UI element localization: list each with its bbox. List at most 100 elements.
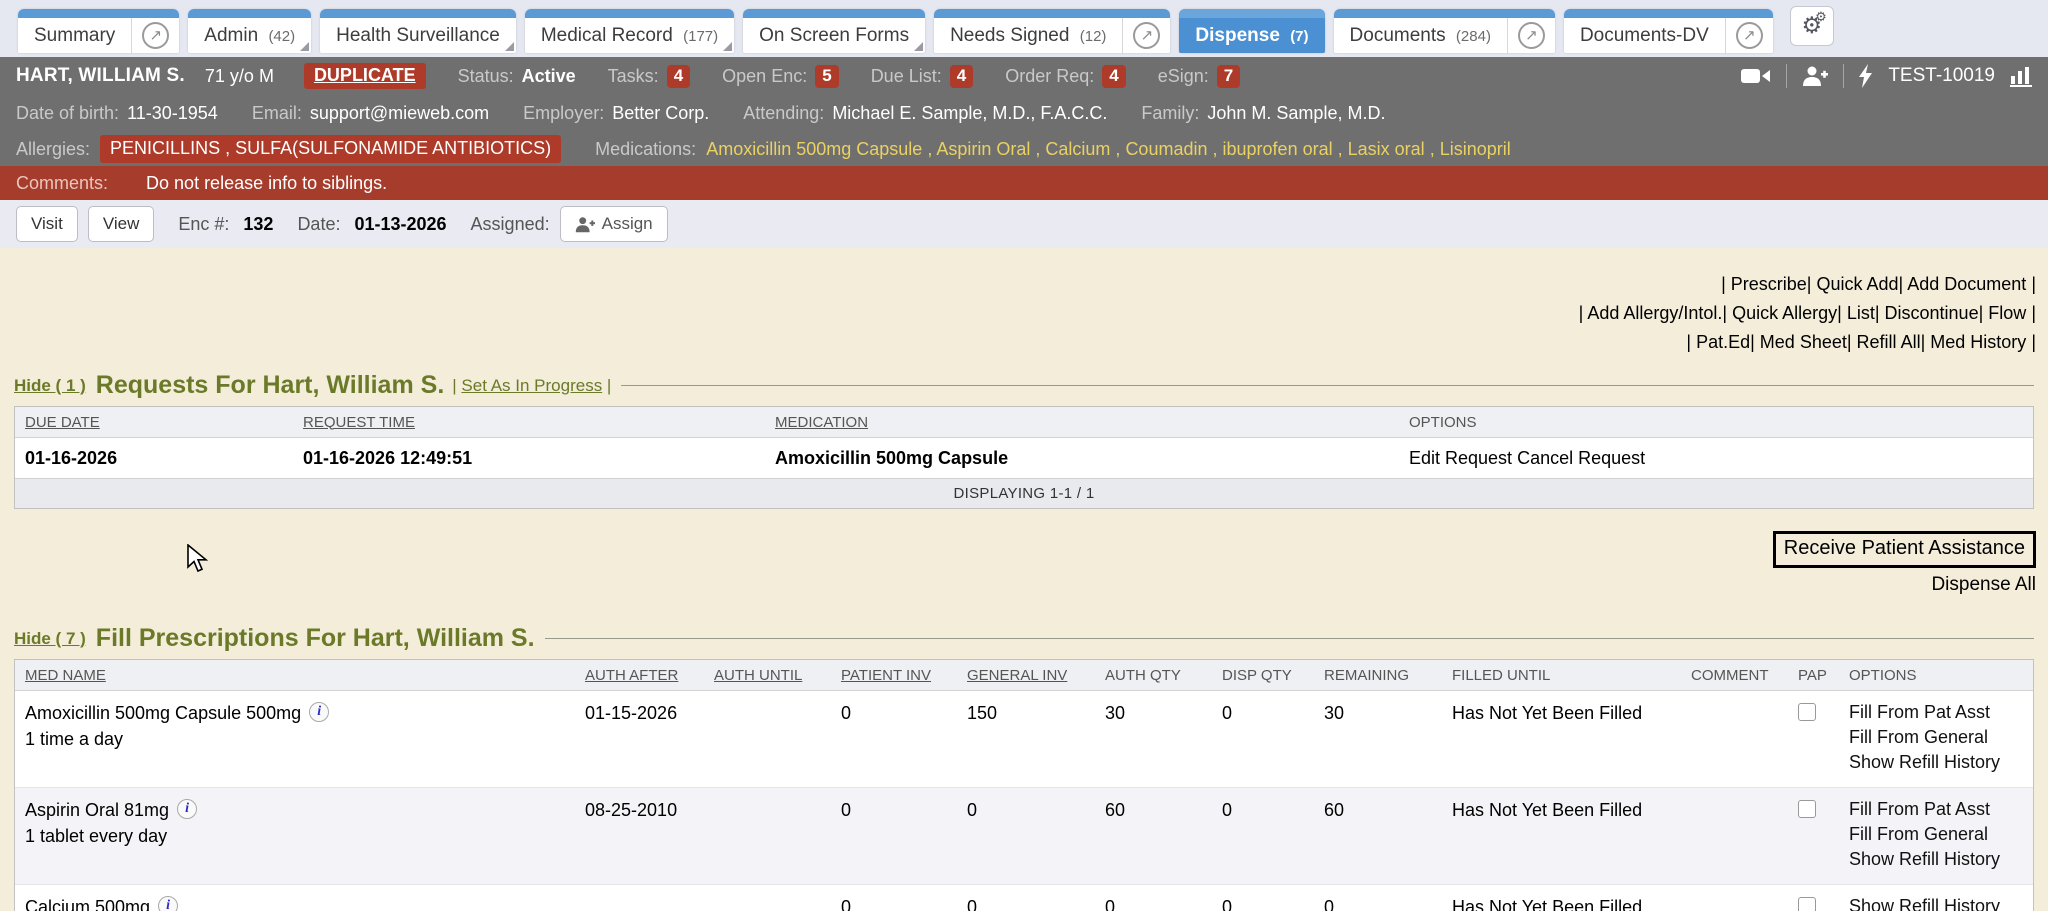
- tab-documents[interactable]: Documents (284) ↗: [1334, 9, 1555, 53]
- show-refill-history-link[interactable]: Show Refill History: [1849, 894, 2033, 911]
- receive-patient-assistance-box: Receive Patient Assistance: [1773, 531, 2036, 568]
- external-link-icon[interactable]: ↗: [1736, 22, 1763, 49]
- pap-checkbox[interactable]: [1798, 800, 1816, 818]
- divider: [1786, 64, 1787, 88]
- section-rule: [621, 385, 2034, 386]
- tab-label: Documents-DV: [1564, 25, 1725, 47]
- tab-documents-dv[interactable]: Documents-DV ↗: [1564, 9, 1773, 53]
- discontinue-link[interactable]: Discontinue: [1885, 303, 1979, 323]
- cancel-request-link[interactable]: Cancel Request: [1517, 448, 1645, 468]
- med-sig: 1 time a day: [25, 729, 123, 749]
- tasks-count-badge[interactable]: 4: [667, 65, 690, 88]
- fill-from-pat-asst-link[interactable]: Fill From Pat Asst: [1849, 797, 2033, 822]
- prescription-row: Calcium 500mgi 1 tablet bid 0 0 0 0 0 Ha…: [15, 885, 2033, 911]
- allergies-badge[interactable]: PENICILLINS , SULFA(SULFONAMIDE ANTIBIOT…: [100, 135, 561, 163]
- tab-label: Summary: [18, 25, 131, 47]
- request-row: 01-16-2026 01-16-2026 12:49:51 Amoxicill…: [15, 438, 2033, 478]
- tab-summary[interactable]: Summary ↗: [18, 9, 179, 53]
- duplicate-badge[interactable]: DUPLICATE: [304, 63, 426, 89]
- prescribe-link[interactable]: Prescribe: [1731, 274, 1807, 294]
- col-patient-inv[interactable]: PATIENT INV: [831, 667, 957, 684]
- view-button[interactable]: View: [88, 206, 155, 242]
- video-call-icon[interactable]: [1741, 66, 1771, 86]
- lightning-icon[interactable]: [1859, 64, 1873, 88]
- tab-admin[interactable]: Admin (42): [188, 9, 311, 53]
- dob-label: Date of birth:: [16, 103, 119, 124]
- external-link-icon[interactable]: ↗: [1133, 22, 1160, 49]
- patient-name: HART, WILLIAM S.: [16, 65, 185, 87]
- show-refill-history-link[interactable]: Show Refill History: [1849, 847, 2033, 872]
- fill-from-general-link[interactable]: Fill From General: [1849, 822, 2033, 847]
- medication-link[interactable]: Calcium: [1035, 139, 1110, 159]
- col-due-date[interactable]: DUE DATE: [15, 414, 293, 431]
- add-allergy-link[interactable]: Add Allergy/Intol.: [1587, 303, 1722, 323]
- pat-ed-link[interactable]: Pat.Ed: [1696, 332, 1750, 352]
- medication-link[interactable]: Lisinopril: [1430, 139, 1511, 159]
- edit-request-link[interactable]: Edit Request: [1409, 448, 1512, 468]
- settings-gear-button[interactable]: ⚙ ⚙: [1790, 6, 1834, 46]
- med-sheet-link[interactable]: Med Sheet: [1760, 332, 1847, 352]
- med-sig: 1 tablet every day: [25, 826, 167, 846]
- col-general-inv[interactable]: GENERAL INV: [957, 667, 1095, 684]
- esign-count-badge[interactable]: 7: [1217, 65, 1240, 88]
- dob-value: 11-30-1954: [127, 103, 218, 124]
- fill-rx-hide-link[interactable]: Hide ( 7 ): [14, 629, 86, 649]
- medication-link[interactable]: Amoxicillin 500mg Capsule: [706, 139, 922, 159]
- flow-link[interactable]: Flow: [1988, 303, 2026, 323]
- fill-from-general-link[interactable]: Fill From General: [1849, 725, 2033, 750]
- col-med-name[interactable]: MED NAME: [15, 667, 575, 684]
- medication-link[interactable]: Coumadin: [1115, 139, 1207, 159]
- employer-value: Better Corp.: [612, 103, 709, 124]
- attending-value: Michael E. Sample, M.D., F.A.C.C.: [832, 103, 1107, 124]
- add-person-icon[interactable]: [1802, 65, 1828, 87]
- col-auth-until[interactable]: AUTH UNTIL: [704, 667, 831, 684]
- tab-health-surveillance[interactable]: Health Surveillance: [320, 9, 516, 53]
- requests-table-header: DUE DATE REQUEST TIME MEDICATION OPTIONS: [15, 407, 2033, 438]
- requests-section-header: Hide ( 1 ) Requests For Hart, William S.…: [14, 371, 2034, 400]
- esign-label: eSign:: [1158, 66, 1209, 87]
- tab-on-screen-forms[interactable]: On Screen Forms: [743, 9, 925, 53]
- external-link-icon[interactable]: ↗: [142, 22, 169, 49]
- col-request-time[interactable]: REQUEST TIME: [293, 414, 765, 431]
- fill-from-pat-asst-link[interactable]: Fill From Pat Asst: [1849, 700, 2033, 725]
- quick-add-link[interactable]: Quick Add: [1816, 274, 1898, 294]
- quick-allergy-link[interactable]: Quick Allergy: [1732, 303, 1837, 323]
- med-history-link[interactable]: Med History: [1930, 332, 2026, 352]
- disp-qty: 0: [1212, 894, 1314, 911]
- add-document-link[interactable]: Add Document: [1907, 274, 2026, 294]
- info-icon[interactable]: i: [177, 799, 197, 819]
- col-medication[interactable]: MEDICATION: [765, 414, 1399, 431]
- info-icon[interactable]: i: [158, 896, 178, 911]
- date-value: 01-13-2026: [354, 214, 446, 235]
- tab-needs-signed[interactable]: Needs Signed (12) ↗: [934, 9, 1170, 53]
- open-enc-count-badge[interactable]: 5: [815, 65, 838, 88]
- open-enc-label: Open Enc:: [722, 66, 807, 87]
- pap-checkbox[interactable]: [1798, 897, 1816, 911]
- requests-hide-link[interactable]: Hide ( 1 ): [14, 376, 86, 396]
- request-due-date: 01-16-2026: [15, 448, 293, 469]
- requests-paging: DISPLAYING 1-1 / 1: [15, 478, 2033, 508]
- list-link[interactable]: List: [1847, 303, 1875, 323]
- due-list-count-badge[interactable]: 4: [950, 65, 973, 88]
- email-value: support@mieweb.com: [310, 103, 489, 124]
- visit-button[interactable]: Visit: [16, 206, 78, 242]
- assign-button[interactable]: Assign: [560, 206, 668, 242]
- set-as-in-progress-link[interactable]: Set As In Progress: [461, 376, 602, 395]
- show-refill-history-link[interactable]: Show Refill History: [1849, 750, 2033, 775]
- external-link-icon[interactable]: ↗: [1518, 22, 1545, 49]
- receive-patient-assistance-link[interactable]: Receive Patient Assistance: [1784, 537, 2025, 559]
- col-auth-after[interactable]: AUTH AFTER: [575, 667, 704, 684]
- col-comment: COMMENT: [1681, 667, 1788, 684]
- dispense-all-link[interactable]: Dispense All: [1931, 574, 2036, 595]
- medication-link[interactable]: ibuprofen oral: [1213, 139, 1333, 159]
- tab-dispense[interactable]: Dispense (7): [1179, 9, 1324, 53]
- auth-qty: 60: [1095, 797, 1212, 823]
- tab-medical-record[interactable]: Medical Record (177): [525, 9, 734, 53]
- medication-link[interactable]: Aspirin Oral: [927, 139, 1030, 159]
- pap-checkbox[interactable]: [1798, 703, 1816, 721]
- refill-all-link[interactable]: Refill All: [1857, 332, 1921, 352]
- info-icon[interactable]: i: [309, 702, 329, 722]
- order-req-count-badge[interactable]: 4: [1102, 65, 1125, 88]
- bar-chart-icon[interactable]: [2010, 66, 2032, 87]
- medication-link[interactable]: Lasix oral: [1338, 139, 1425, 159]
